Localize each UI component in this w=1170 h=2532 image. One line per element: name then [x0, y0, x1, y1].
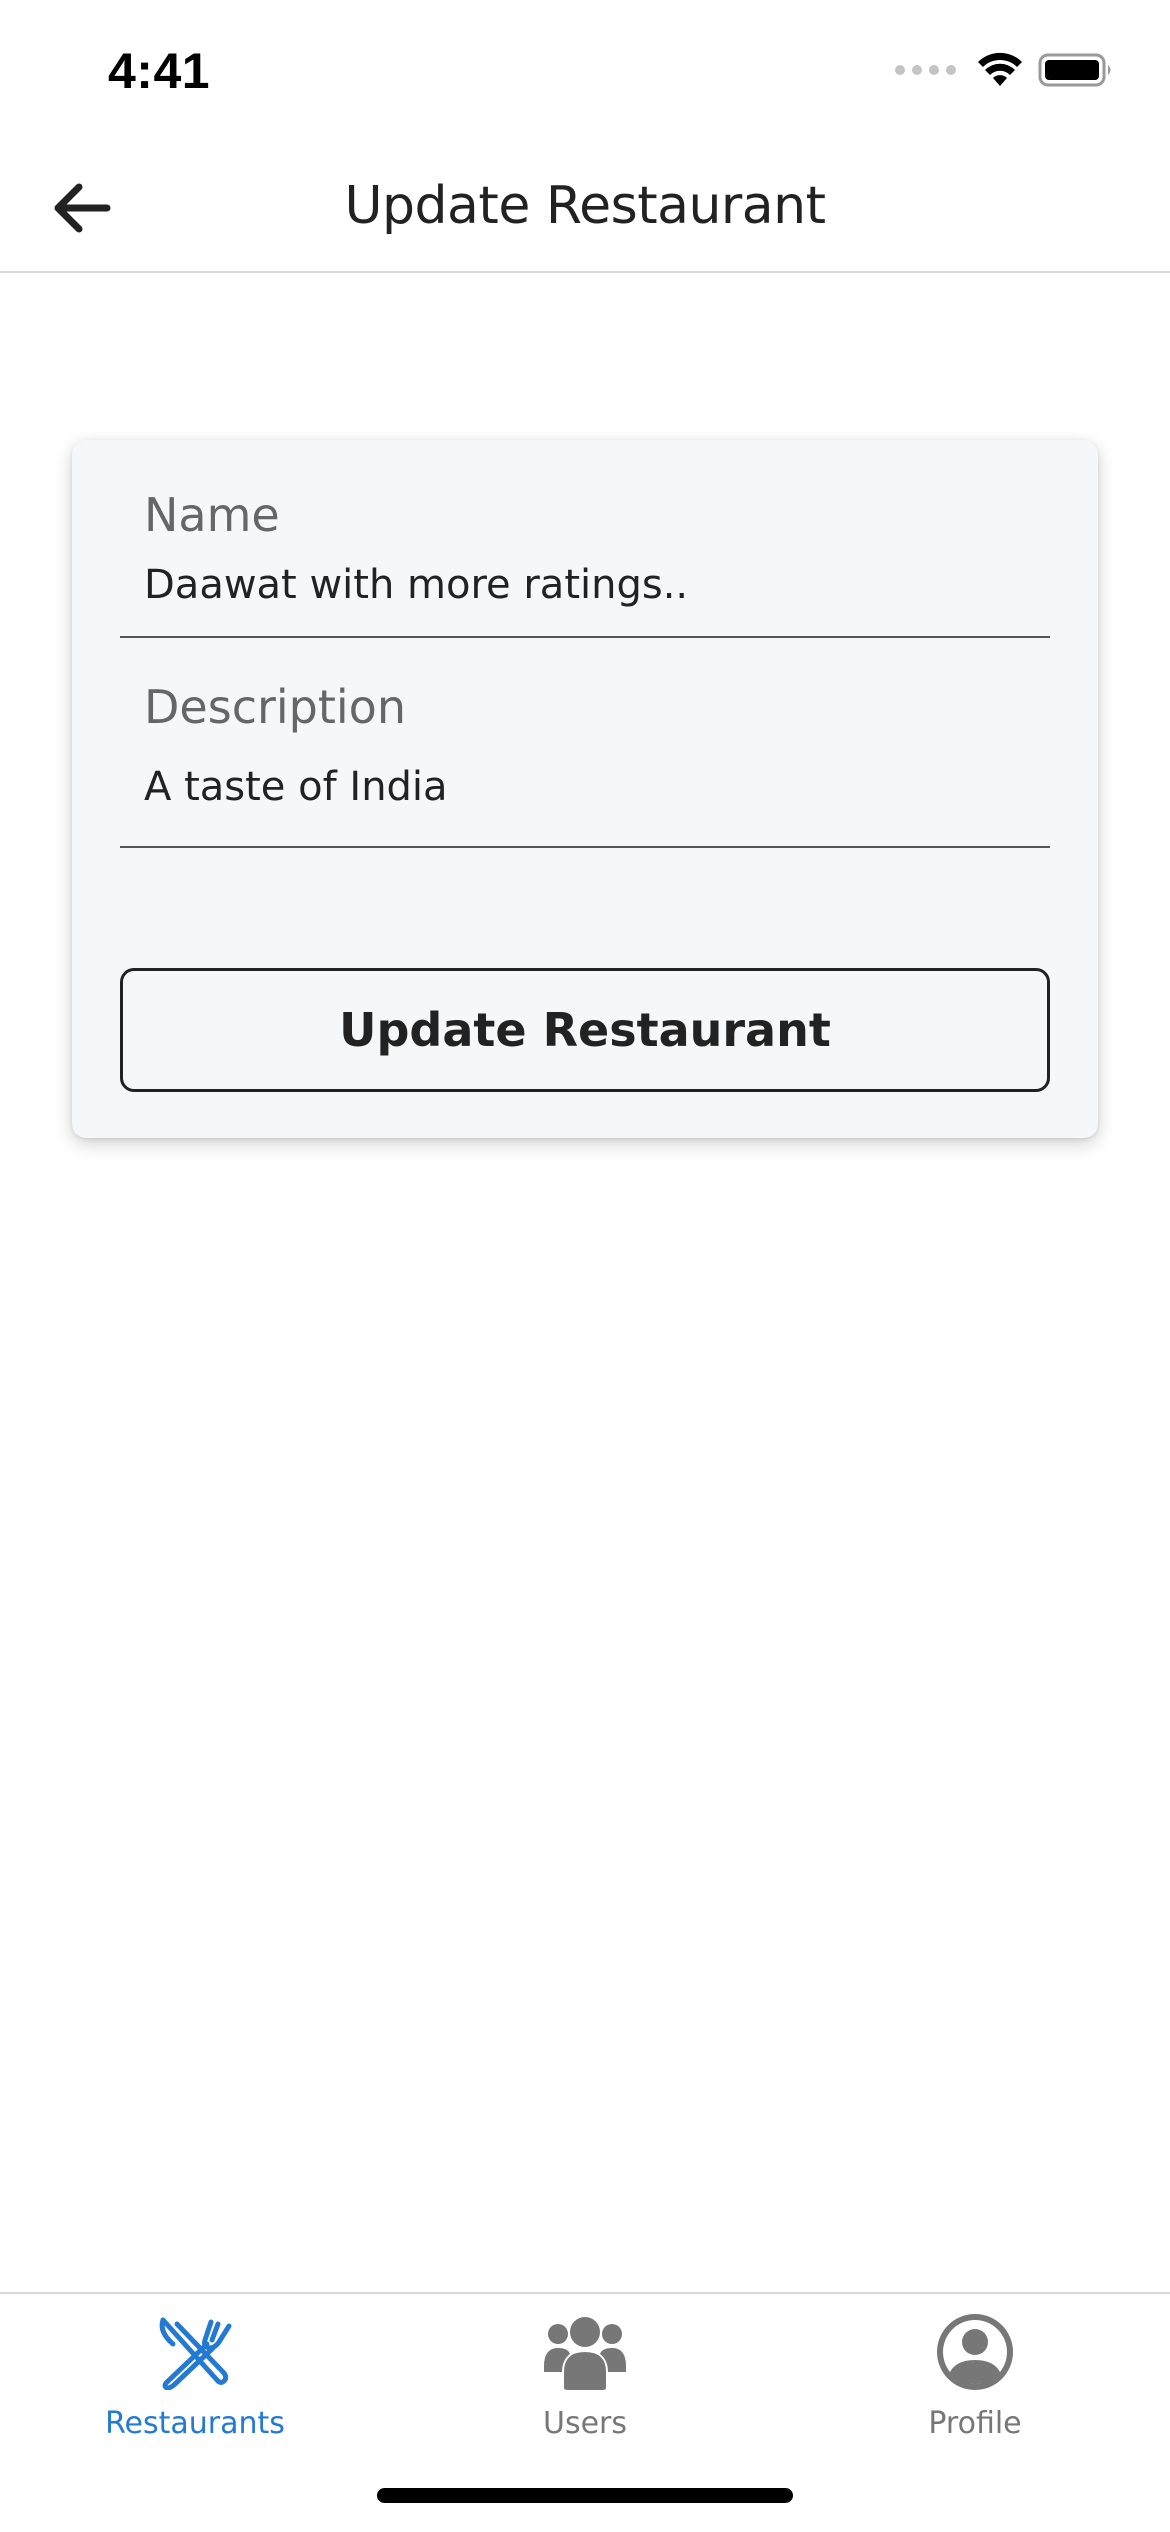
description-input[interactable]	[144, 764, 1024, 810]
tab-restaurants-label: Restaurants	[105, 2406, 285, 2441]
status-bar: 4:41	[0, 0, 1170, 140]
header: Update Restaurant	[0, 140, 1170, 273]
battery-icon	[1038, 53, 1111, 87]
tab-users[interactable]: Users	[390, 2294, 780, 2474]
home-indicator	[377, 2488, 793, 2503]
tab-restaurants[interactable]: Restaurants	[0, 2294, 390, 2474]
fork-knife-icon	[145, 2310, 245, 2394]
update-restaurant-button[interactable]: Update Restaurant	[120, 968, 1050, 1092]
users-icon	[535, 2310, 635, 2394]
name-field[interactable]: Name	[120, 488, 1050, 638]
status-time: 4:41	[108, 43, 211, 99]
user-circle-icon	[925, 2310, 1025, 2394]
description-label: Description	[144, 680, 406, 734]
tab-users-label: Users	[542, 2406, 627, 2441]
signal-icon	[895, 65, 956, 75]
status-icons	[895, 52, 1114, 88]
name-input[interactable]	[144, 562, 1024, 608]
description-field[interactable]: Description	[120, 680, 1050, 848]
tab-profile-label: Profile	[928, 2406, 1022, 2441]
name-label: Name	[144, 488, 280, 542]
page-title: Update Restaurant	[344, 176, 826, 236]
update-restaurant-card: Name Description Update Restaurant	[72, 440, 1098, 1138]
tab-profile[interactable]: Profile	[780, 2294, 1170, 2474]
wifi-icon	[978, 52, 1022, 86]
